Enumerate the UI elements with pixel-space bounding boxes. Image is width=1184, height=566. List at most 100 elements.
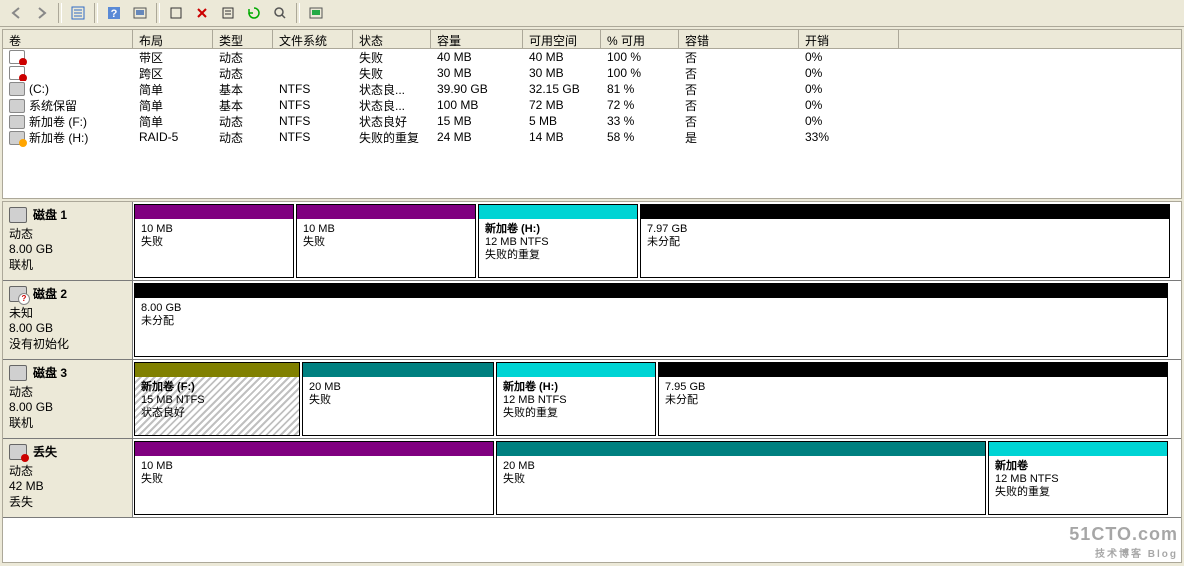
partition[interactable]: 7.95 GB未分配: [658, 362, 1168, 436]
partition-info: 新加卷 (H:)12 MB NTFS失败的重复: [497, 377, 655, 435]
table-row[interactable]: 新加卷 (H:)RAID-5动态NTFS失败的重复24 MB14 MB58 %是…: [3, 129, 1181, 145]
partition-color-bar: [135, 284, 1167, 298]
disk-partitions: 10 MB失败20 MB失败新加卷12 MB NTFS失败的重复: [133, 439, 1181, 517]
disk-size: 42 MB: [9, 479, 126, 493]
partition-color-bar: [497, 442, 985, 456]
partition[interactable]: 20 MB失败: [496, 441, 986, 515]
partition[interactable]: 新加卷 (H:)12 MB NTFS失败的重复: [478, 204, 638, 278]
partition-info: 20 MB失败: [497, 456, 985, 514]
refresh-button[interactable]: [242, 1, 266, 25]
partition-info: 新加卷12 MB NTFS失败的重复: [989, 456, 1167, 514]
partition-status: 失败的重复: [485, 249, 540, 261]
delete-button[interactable]: [190, 1, 214, 25]
disk-row: 丢失动态42 MB丢失10 MB失败20 MB失败新加卷12 MB NTFS失败…: [3, 439, 1181, 518]
volume-table: 卷 布局 类型 文件系统 状态 容量 可用空间 % 可用 容错 开销 带区动态失…: [2, 29, 1182, 199]
volume-table-header: 卷 布局 类型 文件系统 状态 容量 可用空间 % 可用 容错 开销: [3, 30, 1181, 49]
partition-size: 12 MB NTFS: [485, 236, 549, 248]
volume-icon: [9, 50, 25, 64]
partition[interactable]: 8.00 GB未分配: [134, 283, 1168, 357]
col-type[interactable]: 类型: [213, 30, 273, 48]
col-free[interactable]: 可用空间: [523, 30, 601, 48]
partition-status: 未分配: [647, 236, 680, 248]
disk-state: 丢失: [9, 493, 126, 510]
disk-state: 联机: [9, 414, 126, 431]
partition[interactable]: 10 MB失败: [296, 204, 476, 278]
disk-type: 动态: [9, 383, 126, 400]
col-oh[interactable]: 开销: [799, 30, 899, 48]
partition-size: 12 MB NTFS: [503, 394, 567, 406]
partition[interactable]: 新加卷12 MB NTFS失败的重复: [988, 441, 1168, 515]
partition-status: 失败的重复: [995, 486, 1050, 498]
disk-icon: [9, 207, 27, 223]
col-pct[interactable]: % 可用: [601, 30, 679, 48]
partition-size: 7.97 GB: [647, 223, 687, 235]
disk-name: 磁盘 3: [33, 364, 67, 381]
properties-button[interactable]: [216, 1, 240, 25]
disk-header[interactable]: 丢失动态42 MB丢失: [3, 439, 133, 517]
partition-size: 20 MB: [309, 381, 341, 393]
back-button[interactable]: [4, 1, 28, 25]
disk-size: 8.00 GB: [9, 321, 126, 335]
disk-type: 未知: [9, 304, 126, 321]
partition-info: 7.95 GB未分配: [659, 377, 1167, 435]
find-button[interactable]: [268, 1, 292, 25]
partition-size: 20 MB: [503, 460, 535, 472]
volume-icon: [9, 82, 25, 96]
partition-info: 20 MB失败: [303, 377, 493, 435]
svg-text:?: ?: [111, 8, 118, 20]
partition-size: 10 MB: [141, 460, 173, 472]
col-cap[interactable]: 容量: [431, 30, 523, 48]
partition-info: 10 MB失败: [135, 219, 293, 277]
console-button[interactable]: [128, 1, 152, 25]
disk-state: 没有初始化: [9, 335, 126, 352]
partition[interactable]: 新加卷 (F:)15 MB NTFS状态良好: [134, 362, 300, 436]
partition-status: 失败: [503, 473, 525, 485]
help-button[interactable]: ?: [102, 1, 126, 25]
partition-status: 失败: [141, 236, 163, 248]
action-button[interactable]: [164, 1, 188, 25]
partition-status: 未分配: [665, 394, 698, 406]
disk-header[interactable]: 磁盘 2未知8.00 GB没有初始化: [3, 281, 133, 359]
toolbar: ?: [0, 0, 1184, 27]
partition[interactable]: 新加卷 (H:)12 MB NTFS失败的重复: [496, 362, 656, 436]
partition-color-bar: [135, 363, 299, 377]
disk-size: 8.00 GB: [9, 242, 126, 256]
partition[interactable]: 7.97 GB未分配: [640, 204, 1170, 278]
forward-button[interactable]: [30, 1, 54, 25]
disk-row: 磁盘 3动态8.00 GB联机新加卷 (F:)15 MB NTFS状态良好20 …: [3, 360, 1181, 439]
col-fs[interactable]: 文件系统: [273, 30, 353, 48]
disk-icon: [9, 444, 27, 460]
table-row[interactable]: 新加卷 (F:)简单动态NTFS状态良好15 MB5 MB33 %否0%: [3, 113, 1181, 129]
disk-header[interactable]: 磁盘 3 动态8.00 GB联机: [3, 360, 133, 438]
partition-color-bar: [497, 363, 655, 377]
partition-status: 失败: [309, 394, 331, 406]
partition-title: 新加卷 (H:): [503, 381, 558, 393]
disk-name: 丢失: [33, 443, 57, 460]
partition-info: 10 MB失败: [297, 219, 475, 277]
disk-header[interactable]: 磁盘 1动态8.00 GB联机: [3, 202, 133, 280]
list-view-button[interactable]: [66, 1, 90, 25]
partition-color-bar: [659, 363, 1167, 377]
partition-info: 8.00 GB未分配: [135, 298, 1167, 356]
col-volume[interactable]: 卷: [3, 30, 133, 48]
partition[interactable]: 20 MB失败: [302, 362, 494, 436]
partition[interactable]: 10 MB失败: [134, 204, 294, 278]
disk-icon: [9, 365, 27, 381]
partition-status: 失败: [303, 236, 325, 248]
volume-table-body: 带区动态失败40 MB40 MB100 %否0%跨区动态失败30 MB30 MB…: [3, 49, 1181, 198]
about-button[interactable]: [304, 1, 328, 25]
partition[interactable]: 10 MB失败: [134, 441, 494, 515]
partition-info: 10 MB失败: [135, 456, 493, 514]
partition-title: 新加卷 (F:): [141, 381, 195, 393]
disk-row: 磁盘 1动态8.00 GB联机10 MB失败10 MB失败新加卷 (H:)12 …: [3, 202, 1181, 281]
volume-icon: [9, 99, 25, 113]
volume-icon: [9, 115, 25, 129]
col-layout[interactable]: 布局: [133, 30, 213, 48]
disk-pane: 磁盘 1动态8.00 GB联机10 MB失败10 MB失败新加卷 (H:)12 …: [2, 201, 1182, 563]
disk-partitions: 新加卷 (F:)15 MB NTFS状态良好20 MB失败新加卷 (H:)12 …: [133, 360, 1181, 438]
disk-size: 8.00 GB: [9, 400, 126, 414]
col-status[interactable]: 状态: [353, 30, 431, 48]
disk-partitions: 10 MB失败10 MB失败新加卷 (H:)12 MB NTFS失败的重复7.9…: [133, 202, 1181, 280]
col-ft[interactable]: 容错: [679, 30, 799, 48]
partition-size: 10 MB: [303, 223, 335, 235]
